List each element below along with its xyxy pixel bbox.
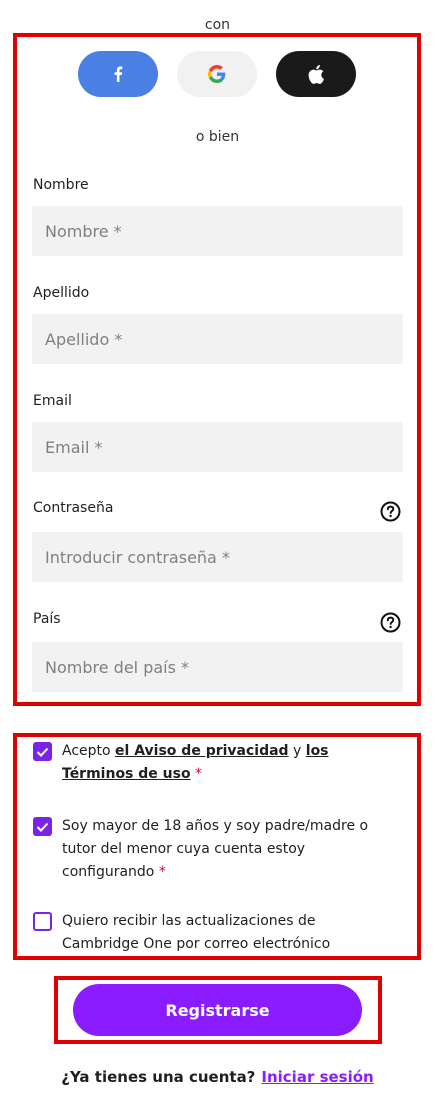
terms-text-b: y: [288, 743, 306, 759]
email-label: Email: [33, 393, 72, 409]
google-login-button[interactable]: [177, 51, 257, 97]
login-prompt: ¿Ya tienes una cuenta? Iniciar sesión: [0, 1068, 435, 1086]
age-consent-text: Soy mayor de 18 años y soy padre/madre o…: [62, 818, 369, 880]
or-divider: o bien: [195, 129, 240, 145]
social-login-row: [78, 51, 358, 97]
newsletter-consent-text: Quiero recibir las actualizaciones de Ca…: [62, 913, 331, 952]
facebook-login-button[interactable]: [78, 51, 158, 97]
required-asterisk: *: [154, 864, 166, 880]
apple-login-button[interactable]: [276, 51, 356, 97]
terms-consent-row: Acepto el Aviso de privacidad y los Térm…: [33, 740, 383, 786]
apellido-input[interactable]: [32, 314, 403, 364]
nombre-label: Nombre: [33, 177, 89, 193]
terms-checkbox[interactable]: [33, 742, 52, 761]
have-account-question: ¿Ya tienes una cuenta?: [61, 1068, 256, 1086]
facebook-icon: [114, 66, 123, 82]
google-icon: [208, 65, 226, 83]
pais-help-icon[interactable]: [380, 612, 401, 633]
email-input[interactable]: [32, 422, 403, 472]
password-help-icon[interactable]: [380, 501, 401, 522]
terms-text-a: Acepto: [62, 743, 116, 759]
privacy-notice-link[interactable]: el Aviso de privacidad: [115, 743, 289, 759]
age-consent-row: Soy mayor de 18 años y soy padre/madre o…: [33, 815, 383, 884]
checkmark-icon: [36, 822, 49, 832]
age-checkbox[interactable]: [33, 817, 52, 836]
pais-input[interactable]: [32, 642, 403, 692]
login-link[interactable]: Iniciar sesión: [261, 1068, 373, 1086]
connect-with-label: con: [204, 17, 231, 33]
required-asterisk: *: [190, 766, 203, 782]
nombre-input[interactable]: [32, 206, 403, 256]
checkmark-icon: [36, 747, 49, 757]
newsletter-checkbox[interactable]: [33, 912, 52, 931]
register-button[interactable]: Registrarse: [73, 984, 362, 1036]
apellido-label: Apellido: [33, 285, 90, 301]
newsletter-consent-row: Quiero recibir las actualizaciones de Ca…: [33, 910, 383, 956]
pais-label: País: [33, 611, 61, 627]
password-input[interactable]: [32, 532, 403, 582]
apple-icon: [308, 64, 324, 84]
password-label: Contraseña: [33, 500, 114, 516]
